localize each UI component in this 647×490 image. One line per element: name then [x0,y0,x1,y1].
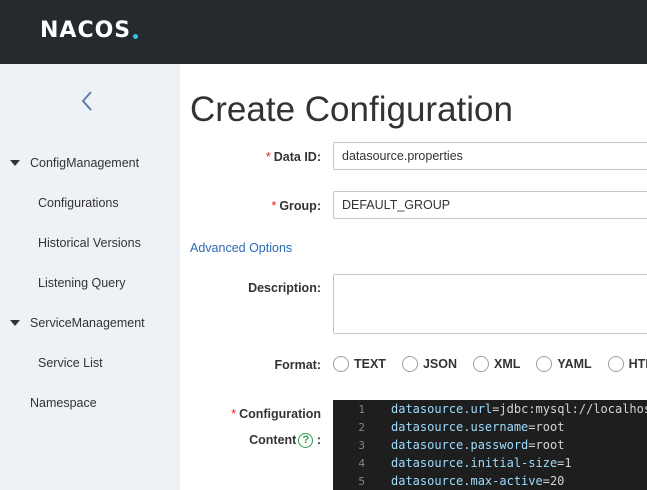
sidebar-item-namespace[interactable]: Namespace [0,383,180,423]
help-icon[interactable]: ? [298,433,314,449]
required-mark: * [265,150,271,164]
group-input[interactable]: DEFAULT_GROUP [333,191,647,219]
collapse-sidebar-button[interactable] [76,88,100,114]
sidebar-item-configurations[interactable]: Configurations [0,183,180,223]
top-bar: NACOS [0,0,647,64]
format-radio-group: TEXT JSON XML YAML HTML [333,354,647,374]
radio-circle [401,356,418,372]
editor-line: 1 datasource.url=jdbc:mysql://localhost [358,402,647,416]
chevron-left-icon [81,91,92,111]
radio-circle [607,356,624,372]
caret-down-icon [10,320,20,326]
format-radio-json[interactable]: JSON [401,356,457,372]
logo-dot [133,33,139,39]
sidebar: ConfigManagement Configurations Historic… [0,64,180,490]
advanced-options-link[interactable]: Advanced Options [190,241,292,255]
required-mark: * [271,199,277,213]
main-content: Create Configuration * Data ID: datasourc… [180,64,647,490]
format-label: Format: [274,358,321,372]
editor-line: 4 datasource.initial-size=1 [358,456,572,470]
format-radio-yaml[interactable]: YAML [536,356,592,372]
data-id-label: * Data ID: [265,150,321,164]
format-radio-text[interactable]: TEXT [333,356,386,372]
logo-text: NACOS [40,17,132,43]
editor-line: 5 datasource.max-active=20 [358,474,565,488]
sidebar-item-service-list[interactable]: Service List [0,343,180,383]
page-title: Create Configuration [190,90,513,129]
menu-group-label: ConfigManagement [30,156,140,170]
sidebar-item-listening-query[interactable]: Listening Query [0,263,180,303]
data-id-input[interactable]: datasource.properties [333,142,647,170]
format-radio-xml[interactable]: XML [473,356,520,372]
editor-line: 2 datasource.username=root [358,420,565,434]
menu-group-config-management[interactable]: ConfigManagement [0,143,180,183]
sidebar-item-historical-versions[interactable]: Historical Versions [0,223,180,263]
menu-group-service-management[interactable]: ServiceManagement [0,303,180,343]
radio-circle [473,356,489,372]
code-editor[interactable]: 1 datasource.url=jdbc:mysql://localhost 2… [333,400,647,490]
editor-line: 3 datasource.password=root [358,438,565,452]
required-mark: * [231,407,237,421]
description-textarea[interactable] [333,274,647,334]
radio-circle [536,356,553,372]
radio-circle [333,356,349,372]
caret-down-icon [10,160,20,166]
nacos-logo[interactable]: NACOS [40,17,139,43]
menu-group-label: ServiceManagement [30,316,145,330]
description-label: Description: [248,281,321,295]
configuration-content-label-line2: Content? : [249,433,321,449]
group-label: * Group: [271,199,321,213]
format-radio-html[interactable]: HTML [607,356,647,372]
configuration-content-label: * Configuration [231,407,321,421]
